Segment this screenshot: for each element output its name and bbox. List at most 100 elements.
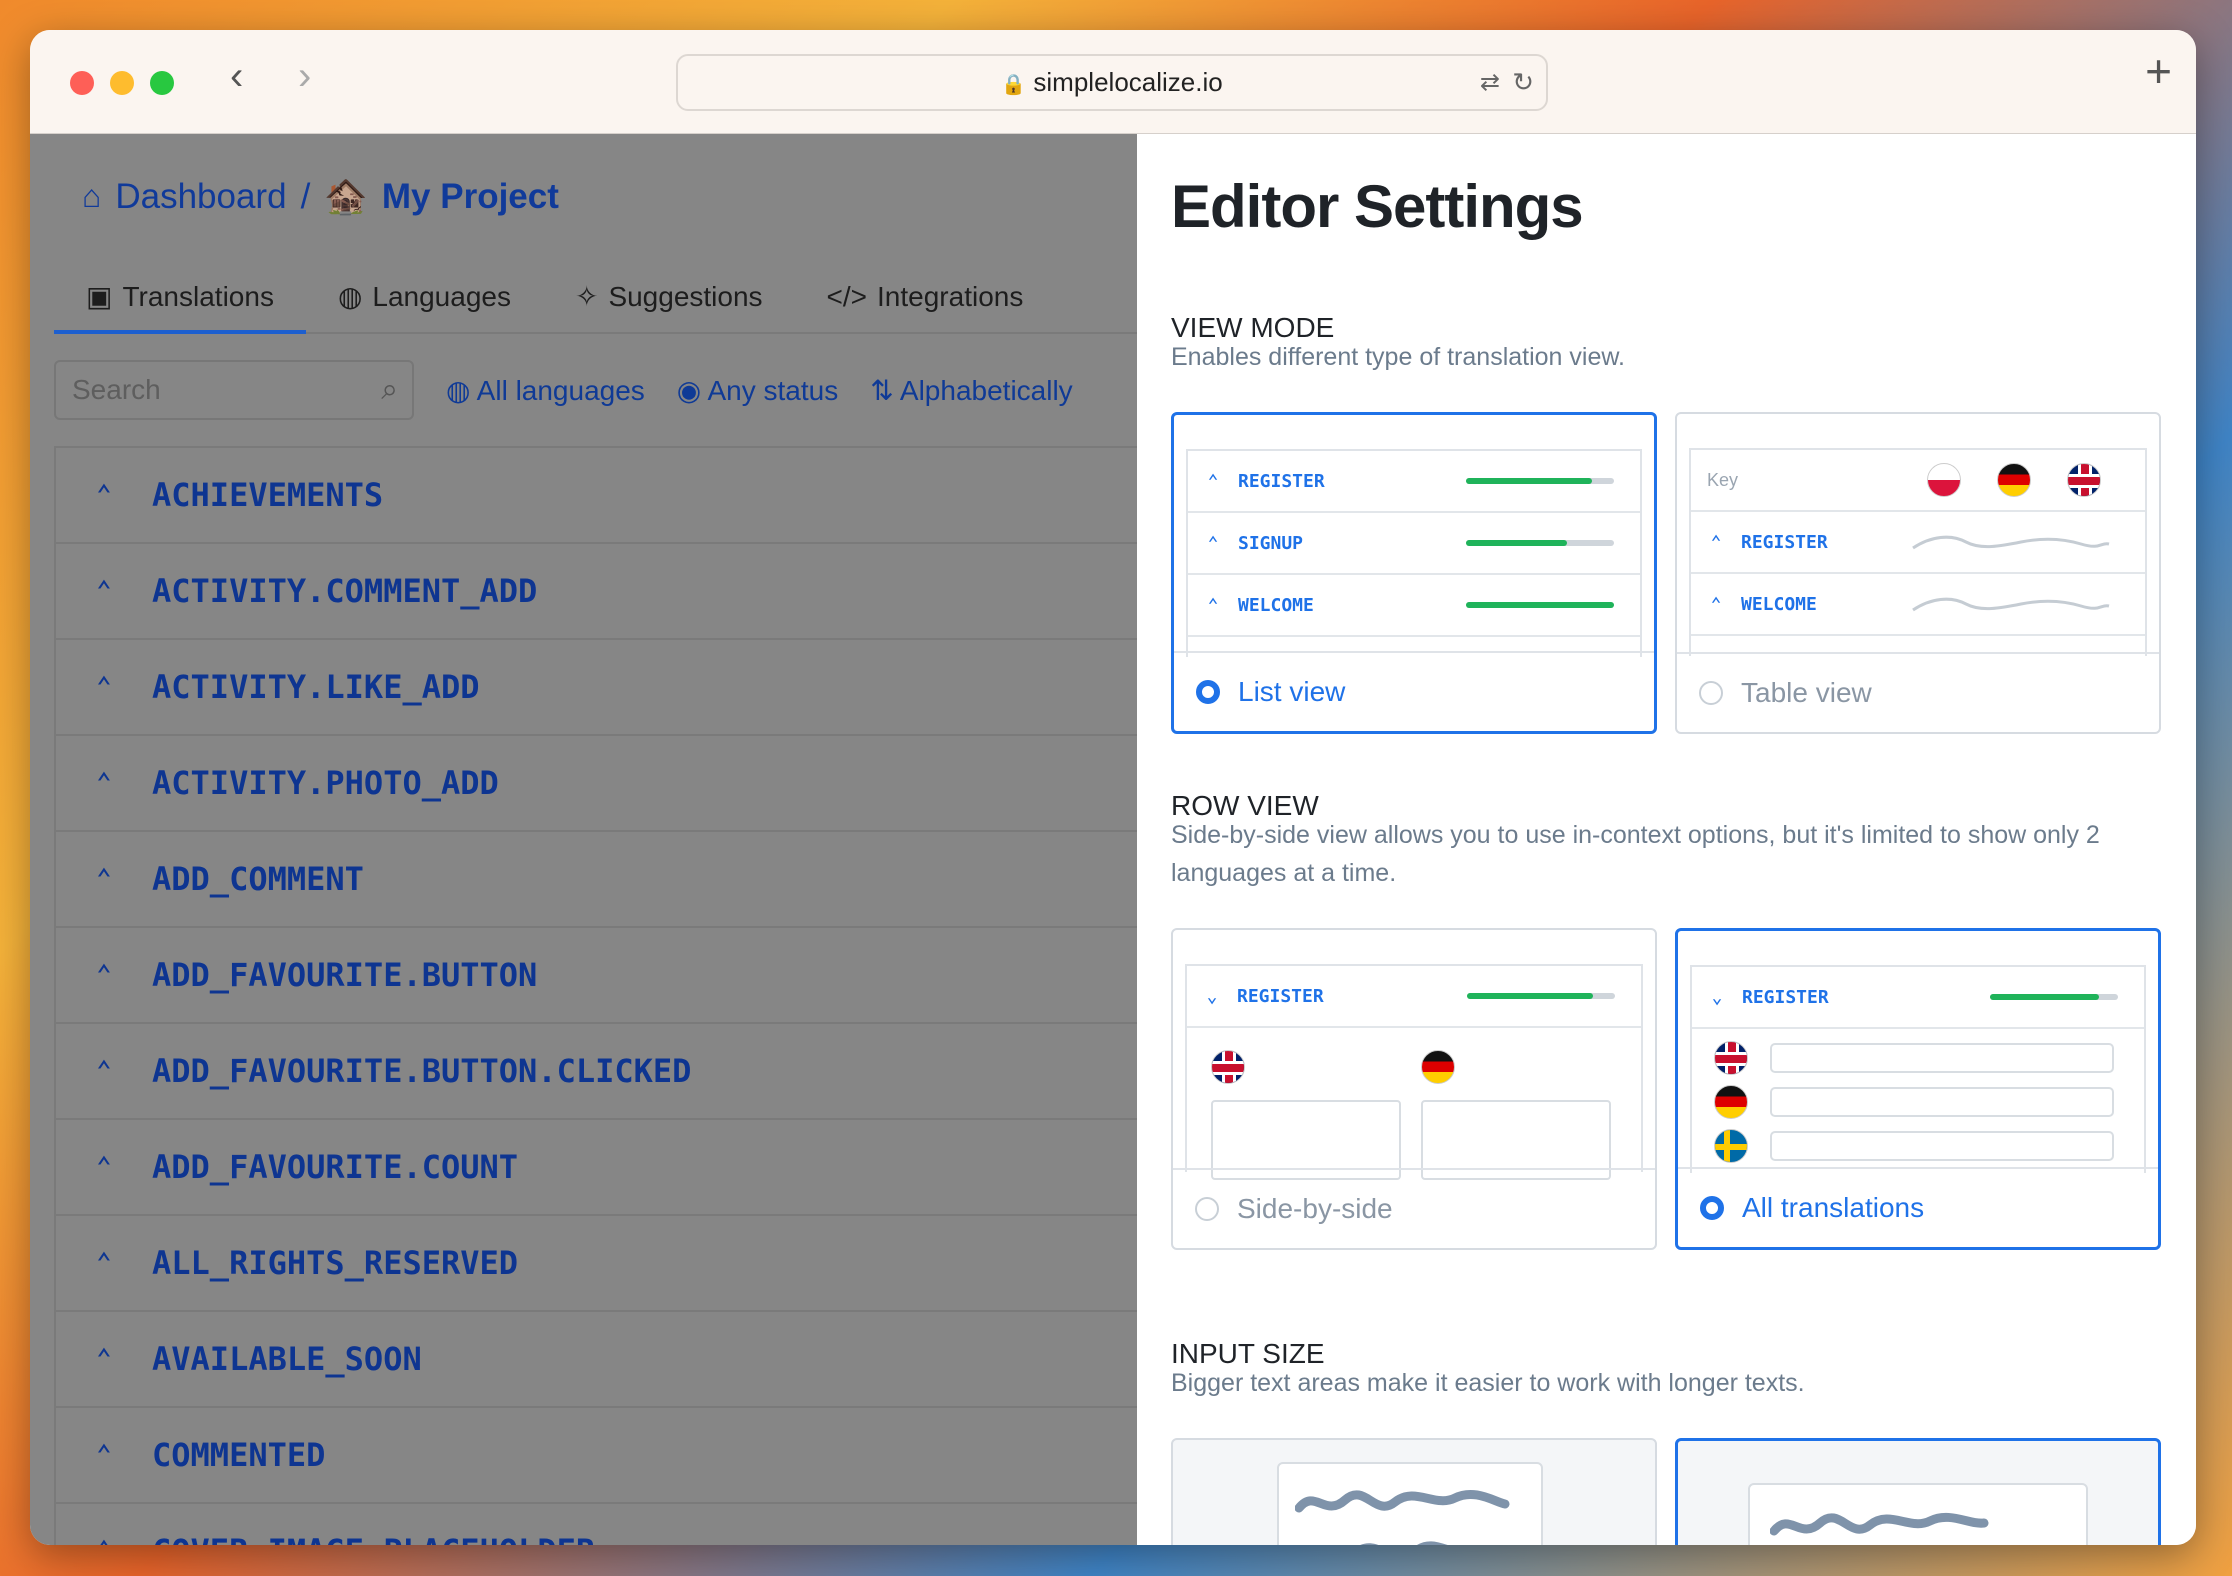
- chevron-up-icon[interactable]: ⌃: [56, 1056, 152, 1086]
- globe-icon: ◍: [446, 374, 477, 406]
- tab-suggestions[interactable]: ✧ Suggestions: [543, 274, 795, 334]
- translations-icon: ▣: [86, 281, 113, 312]
- panel-title: Editor Settings: [1171, 173, 1584, 240]
- translation-key-label: ACTIVITY.LIKE_ADD: [152, 668, 480, 706]
- translation-key-row[interactable]: ⌃ ALL_RIGHTS_RESERVED: [56, 1216, 1137, 1312]
- chevron-up-icon[interactable]: ⌃: [56, 1248, 152, 1278]
- list-preview-row: ⌃ SIGNUP: [1188, 513, 1640, 575]
- globe-icon: ◍: [337, 281, 363, 312]
- chevron-up-icon: ⌃: [1207, 470, 1219, 492]
- url-text: simplelocalize.io: [1033, 67, 1223, 97]
- translation-field: [1770, 1087, 2114, 1117]
- tab-label: Languages: [372, 281, 511, 312]
- large-input-preview: [1277, 1462, 1543, 1545]
- progress-bar-fill: [1466, 602, 1614, 608]
- minimize-window-button[interactable]: [110, 71, 134, 95]
- search-icon: ⌕: [381, 373, 398, 406]
- breadcrumb-dashboard[interactable]: Dashboard: [115, 177, 286, 217]
- translation-key-row[interactable]: ⌃ ADD_FAVOURITE.BUTTON: [56, 928, 1137, 1024]
- tab-label: Suggestions: [608, 281, 763, 312]
- reload-icon[interactable]: ↻: [1512, 56, 1534, 109]
- translation-field: [1770, 1131, 2114, 1161]
- chevron-up-icon[interactable]: ⌃: [56, 480, 152, 510]
- breadcrumb-project[interactable]: My Project: [382, 177, 559, 217]
- translation-key-label: ACTIVITY.COMMENT_ADD: [152, 572, 538, 610]
- browser-window: ‹ › 🔒 simplelocalize.io ⇄ ↻ + ⌂ Dashboar…: [30, 30, 2196, 1545]
- sparkle-icon: ✧: [574, 281, 599, 312]
- chevron-up-icon[interactable]: ⌃: [56, 1440, 152, 1470]
- all-translations-option[interactable]: ⌄ REGISTER All translations: [1675, 928, 2161, 1250]
- chevron-up-icon[interactable]: ⌃: [56, 576, 152, 606]
- squiggle-placeholder-icon: [1912, 535, 2110, 550]
- translation-key-row[interactable]: ⌃ ACHIEVEMENTS: [56, 448, 1137, 544]
- translation-key-row[interactable]: ⌃ ADD_FAVOURITE.COUNT: [56, 1120, 1137, 1216]
- table-preview-key: WELCOME: [1741, 593, 1817, 615]
- translation-key-label: AVAILABLE_SOON: [152, 1340, 422, 1378]
- forward-icon[interactable]: ›: [298, 54, 311, 99]
- list-view-radio[interactable]: [1196, 680, 1220, 704]
- translation-key-row[interactable]: ⌃ AVAILABLE_SOON: [56, 1312, 1137, 1408]
- sort-filter[interactable]: ⇅ Alphabetically: [870, 374, 1072, 407]
- project-tabs: ▣ Translations ◍ Languages ✧ Suggestions </…: [54, 274, 1137, 334]
- chevron-up-icon[interactable]: ⌃: [56, 864, 152, 894]
- list-preview-key: REGISTER: [1238, 470, 1325, 492]
- translation-key-label: ACTIVITY.PHOTO_ADD: [152, 764, 499, 802]
- chevron-up-icon[interactable]: ⌃: [56, 1344, 152, 1374]
- home-icon[interactable]: ⌂: [82, 178, 101, 215]
- list-view-label: List view: [1238, 676, 1346, 707]
- chevron-up-icon: ⌃: [1710, 531, 1722, 553]
- translation-key-label: COMMENTED: [152, 1436, 326, 1474]
- side-by-side-option[interactable]: ⌄ REGISTER Side-by-side: [1171, 928, 1657, 1250]
- tab-languages[interactable]: ◍ Languages: [306, 274, 543, 334]
- progress-bar-fill: [1990, 994, 2099, 1000]
- chevron-up-icon[interactable]: ⌃: [56, 960, 152, 990]
- languages-filter[interactable]: ◍ All languages: [446, 374, 645, 407]
- chevron-up-icon[interactable]: ⌃: [56, 1536, 152, 1545]
- translation-key-label: ACHIEVEMENTS: [152, 476, 384, 514]
- translation-key-row[interactable]: ⌃ COMMENTED: [56, 1408, 1137, 1504]
- tab-translations[interactable]: ▣ Translations: [54, 274, 306, 334]
- list-view-footer: List view: [1174, 651, 1654, 731]
- chevron-up-icon[interactable]: ⌃: [56, 768, 152, 798]
- chevron-up-icon[interactable]: ⌃: [56, 672, 152, 702]
- status-filter[interactable]: ◉ Any status: [677, 374, 838, 407]
- small-input-option[interactable]: [1675, 1438, 2161, 1545]
- translation-key-row[interactable]: ⌃ ADD_FAVOURITE.BUTTON.CLICKED: [56, 1024, 1137, 1120]
- table-view-option[interactable]: Key ⌃ REGISTER ⌃ WELCOME Table view: [1675, 412, 2161, 734]
- squiggle-placeholder-icon: [1770, 1512, 1989, 1536]
- all-translations-radio[interactable]: [1700, 1196, 1724, 1220]
- zoom-window-button[interactable]: [150, 71, 174, 95]
- chevron-up-icon[interactable]: ⌃: [56, 1152, 152, 1182]
- new-tab-button[interactable]: +: [2145, 44, 2172, 98]
- progress-bar: [1467, 993, 1615, 999]
- sweden-flag-icon: [1714, 1129, 1748, 1163]
- translation-key-row[interactable]: ⌃ ACTIVITY.LIKE_ADD: [56, 640, 1137, 736]
- translation-key-row[interactable]: ⌃COVER_IMAGE_PLACEHOLDER: [56, 1504, 1137, 1545]
- translation-key-row[interactable]: ⌃ ACTIVITY.PHOTO_ADD: [56, 736, 1137, 832]
- close-window-button[interactable]: [70, 71, 94, 95]
- back-icon[interactable]: ‹: [230, 54, 243, 99]
- filter-bar: Search ⌕ ◍ All languages ◉ Any status ⇅ …: [54, 360, 1073, 420]
- tab-integrations[interactable]: </> Integrations: [795, 274, 1056, 334]
- progress-bar: [1990, 994, 2118, 1000]
- translation-key-row[interactable]: ⌃ ADD_COMMENT: [56, 832, 1137, 928]
- uk-flag-icon: [1211, 1050, 1245, 1084]
- address-bar[interactable]: 🔒 simplelocalize.io ⇄ ↻: [676, 54, 1548, 111]
- side-by-side-radio[interactable]: [1195, 1197, 1219, 1221]
- translation-key-row[interactable]: ⌃ ACTIVITY.COMMENT_ADD: [56, 544, 1137, 640]
- list-view-option[interactable]: ⌃ REGISTER ⌃ SIGNUP ⌃ WELCOME List view: [1171, 412, 1657, 734]
- search-input[interactable]: Search ⌕: [54, 360, 414, 420]
- chevron-down-icon: ⌄: [1711, 986, 1723, 1008]
- large-input-option[interactable]: [1171, 1438, 1657, 1545]
- all-translations-footer: All translations: [1678, 1167, 2158, 1247]
- code-icon: </>: [826, 281, 868, 312]
- translate-icon[interactable]: ⇄: [1480, 56, 1500, 109]
- table-view-radio[interactable]: [1699, 681, 1723, 705]
- translation-key-label: COVER_IMAGE_PLACEHOLDER: [152, 1532, 595, 1545]
- list-preview-key: SIGNUP: [1238, 532, 1304, 554]
- translation-key-label: ADD_FAVOURITE.BUTTON: [152, 956, 538, 994]
- lock-icon: 🔒: [1001, 74, 1027, 96]
- table-view-preview: Key ⌃ REGISTER ⌃ WELCOME: [1689, 448, 2147, 656]
- browser-titlebar: ‹ › 🔒 simplelocalize.io ⇄ ↻ +: [30, 30, 2196, 134]
- squiggle-placeholder-icon: [1912, 597, 2110, 612]
